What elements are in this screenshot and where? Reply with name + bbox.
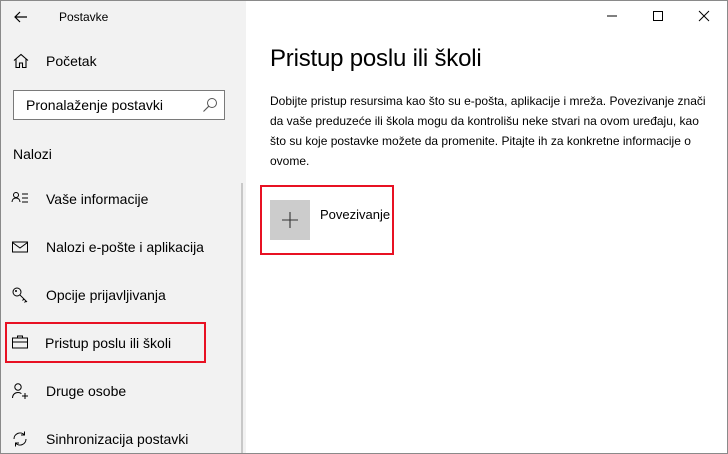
app-title: Postavke	[59, 10, 109, 24]
plus-icon	[282, 212, 298, 228]
settings-window: Postavke Početak Nalozi Vaše informacije	[0, 0, 728, 454]
briefcase-icon	[12, 335, 28, 349]
plus-tile	[270, 200, 310, 240]
connect-button[interactable]: Povezivanje	[260, 185, 394, 255]
sidebar-item-sign-in-options[interactable]: Opcije prijavljivanja	[1, 275, 246, 315]
sidebar-item-label: Nalozi e-pošte i aplikacija	[46, 239, 204, 255]
sidebar-item-label: Pristup poslu ili školi	[45, 335, 172, 351]
mail-icon	[12, 241, 28, 253]
sidebar-item-label: Vaše informacije	[46, 191, 149, 207]
key-icon	[12, 287, 28, 303]
home-nav-item[interactable]: Početak	[1, 45, 246, 77]
close-icon	[698, 10, 710, 22]
main-content: Pristup poslu ili školi Dobijte pristup …	[246, 1, 727, 453]
minimize-icon	[607, 15, 617, 17]
sidebar: Postavke Početak Nalozi Vaše informacije	[1, 1, 246, 453]
section-title: Nalozi	[13, 146, 52, 162]
sync-icon	[13, 431, 27, 447]
close-button[interactable]	[681, 1, 727, 31]
sidebar-item-your-info[interactable]: Vaše informacije	[1, 179, 246, 219]
maximize-button[interactable]	[635, 1, 681, 31]
scrollbar[interactable]	[241, 183, 243, 453]
search-input[interactable]	[14, 91, 206, 119]
sidebar-item-label: Opcije prijavljivanja	[46, 287, 166, 303]
home-label: Početak	[46, 53, 97, 69]
sidebar-item-sync-settings[interactable]: Sinhronizacija postavki	[1, 419, 246, 453]
home-icon	[13, 53, 29, 69]
person-info-icon	[11, 192, 28, 203]
sidebar-item-other-people[interactable]: Druge osobe	[1, 371, 246, 411]
sidebar-item-label: Sinhronizacija postavki	[46, 431, 189, 447]
sidebar-item-email-accounts[interactable]: Nalozi e-pošte i aplikacija	[1, 227, 246, 267]
sidebar-item-access-work-school[interactable]: Pristup poslu ili školi	[5, 322, 206, 363]
title-bar: Postavke	[1, 1, 246, 33]
search-box[interactable]	[13, 90, 225, 120]
search-icon[interactable]	[202, 97, 218, 113]
back-button[interactable]	[9, 5, 33, 29]
page-title: Pristup poslu ili školi	[270, 45, 482, 72]
minimize-button[interactable]	[589, 1, 635, 31]
back-arrow-icon	[14, 11, 27, 23]
page-description: Dobijte pristup resursima kao što su e-p…	[270, 94, 706, 168]
maximize-icon	[653, 11, 663, 21]
person-add-icon	[12, 383, 28, 399]
connect-label: Povezivanje	[320, 207, 391, 222]
sidebar-item-label: Druge osobe	[46, 383, 127, 399]
